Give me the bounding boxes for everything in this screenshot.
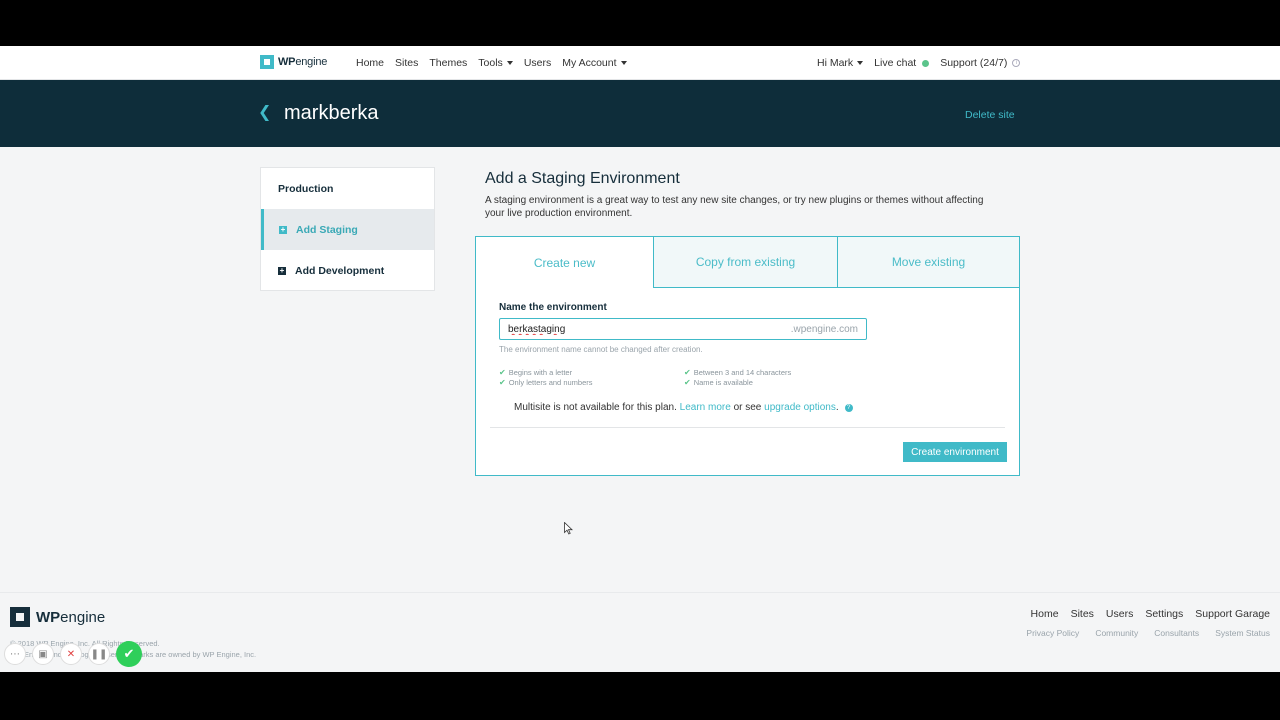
recorder-toolbar: ⋯ ▣ ✕ ❚❚ ✔	[4, 641, 142, 667]
sidebar-item-add-staging[interactable]: + Add Staging	[261, 209, 434, 250]
info-icon: i	[1012, 59, 1021, 67]
chevron-left-icon[interactable]: ❮	[258, 104, 272, 122]
learn-more-link[interactable]: Learn more	[680, 402, 731, 413]
chevron-down-icon	[506, 61, 513, 65]
site-header: ❮ markberka Delete site	[0, 80, 1280, 147]
nav-sites[interactable]: Sites	[395, 57, 418, 69]
create-environment-button[interactable]: Create environment	[903, 442, 1007, 462]
footer-link-home[interactable]: Home	[1031, 608, 1059, 620]
footer-sublinks: Privacy Policy Community Consultants Sys…	[1026, 628, 1270, 638]
validation-checklist: ✔ Begins with a letter ✔ Between 3 and 14 …	[499, 368, 819, 387]
divider	[490, 427, 1005, 428]
nav-home[interactable]: Home	[356, 57, 384, 69]
user-menu: Hi Mark Live chat Support (24/7) i	[817, 46, 1031, 80]
tab-create-new[interactable]: Create new	[476, 237, 653, 288]
plus-square-icon: +	[278, 265, 286, 275]
live-chat-link[interactable]: Live chat	[874, 57, 930, 69]
delete-site-link[interactable]: Delete site	[965, 109, 1015, 121]
list-item: ✔ Only letters and numbers	[499, 378, 593, 387]
list-item: ✔ Between 3 and 14 characters	[684, 368, 792, 377]
check-icon: ✔	[499, 368, 506, 377]
staging-form-panel: Create new Copy from existing Move exist…	[475, 236, 1020, 476]
wpengine-logo-icon	[10, 607, 30, 627]
footer-link-system-status[interactable]: System Status	[1215, 628, 1270, 638]
field-note: The environment name cannot be changed a…	[499, 345, 703, 354]
upgrade-options-link[interactable]: upgrade options	[764, 402, 836, 413]
help-icon[interactable]: ?	[844, 403, 853, 412]
section-title: Add a Staging Environment	[485, 170, 680, 187]
online-status-icon	[922, 59, 930, 67]
page-footer: WPengine © 2018 WP Engine, Inc. All Righ…	[0, 592, 1280, 672]
tab-move-existing[interactable]: Move existing	[837, 237, 1019, 288]
main-menu: Home Sites Themes Tools Users My Account	[356, 46, 638, 80]
check-icon[interactable]: ✔	[116, 641, 142, 667]
nav-tools[interactable]: Tools	[478, 57, 513, 69]
environment-name-input[interactable]	[500, 319, 780, 340]
environment-sidebar: Production + Add Staging + Add Developme…	[260, 167, 435, 291]
section-description: A staging environment is a great way to …	[485, 195, 984, 219]
chevron-down-icon	[857, 61, 864, 65]
check-icon: ✔	[684, 378, 691, 387]
pause-icon[interactable]: ❚❚	[88, 643, 110, 665]
nav-my-account[interactable]: My Account	[562, 57, 627, 69]
camera-icon[interactable]: ▣	[32, 643, 54, 665]
chevron-down-icon	[620, 61, 627, 65]
footer-logo: WPengine	[10, 607, 105, 627]
page-title: markberka	[284, 102, 379, 124]
close-icon[interactable]: ✕	[60, 643, 82, 665]
top-nav: WPengine Home Sites Themes Tools Users M…	[0, 46, 1280, 80]
multisite-notice: Multisite is not available for this plan…	[514, 402, 853, 413]
sidebar-item-production[interactable]: Production	[261, 168, 434, 209]
check-icon: ✔	[684, 368, 691, 377]
environment-name-label: Name the environment	[499, 302, 607, 313]
tab-bar: Create new Copy from existing Move exist…	[476, 237, 1019, 288]
tab-copy-from-existing[interactable]: Copy from existing	[653, 237, 837, 288]
footer-link-sites[interactable]: Sites	[1071, 608, 1094, 620]
support-link[interactable]: Support (24/7) i	[940, 57, 1021, 69]
nav-users[interactable]: Users	[524, 57, 551, 69]
wpengine-logo[interactable]: WPengine	[260, 55, 327, 69]
domain-suffix: .wpengine.com	[790, 324, 858, 335]
sidebar-item-add-development[interactable]: + Add Development	[261, 250, 434, 291]
nav-themes[interactable]: Themes	[429, 57, 467, 69]
footer-link-community[interactable]: Community	[1095, 628, 1138, 638]
footer-link-users[interactable]: Users	[1106, 608, 1133, 620]
footer-link-privacy-policy[interactable]: Privacy Policy	[1026, 628, 1079, 638]
user-greeting[interactable]: Hi Mark	[817, 57, 864, 69]
list-item: ✔ Name is available	[684, 378, 753, 387]
footer-link-settings[interactable]: Settings	[1145, 608, 1183, 620]
list-item: ✔ Begins with a letter	[499, 368, 573, 377]
browser-viewport: WPengine Home Sites Themes Tools Users M…	[0, 46, 1280, 672]
more-icon[interactable]: ⋯	[4, 643, 26, 665]
footer-link-support-garage[interactable]: Support Garage	[1195, 608, 1270, 620]
footer-link-consultants[interactable]: Consultants	[1154, 628, 1199, 638]
wpengine-logo-icon	[260, 55, 274, 69]
footer-links: Home Sites Users Settings Support Garage	[1031, 608, 1270, 620]
environment-name-field: .wpengine.com	[499, 318, 867, 340]
plus-square-icon: +	[279, 224, 287, 234]
check-icon: ✔	[499, 378, 506, 387]
